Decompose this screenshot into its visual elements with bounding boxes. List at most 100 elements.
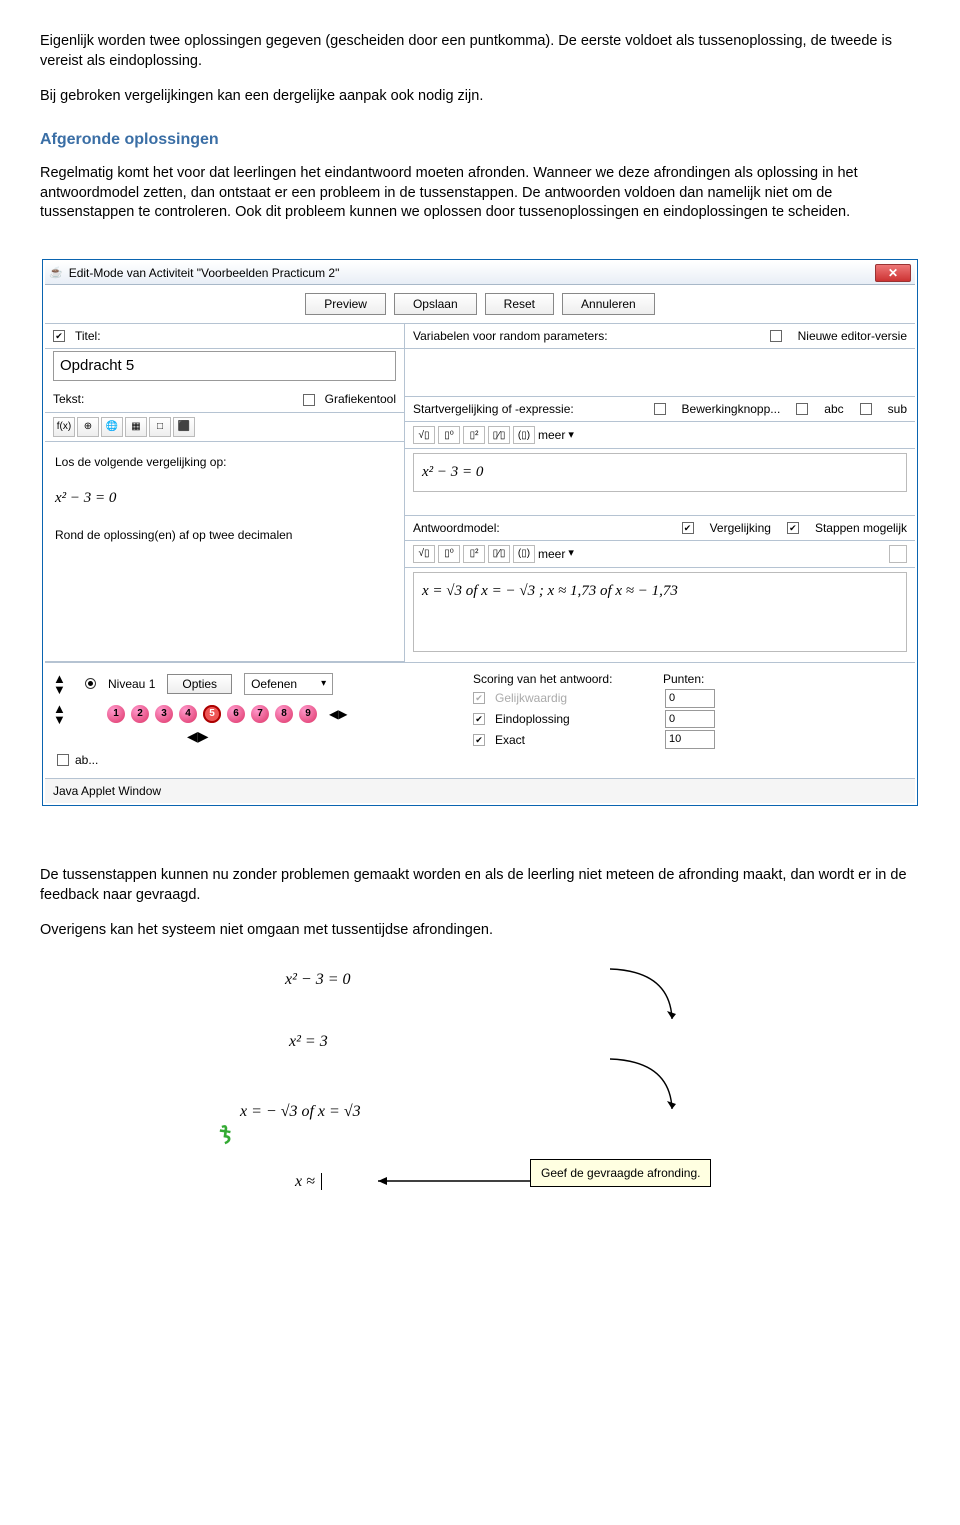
oefenen-select[interactable]: Oefenen [244, 673, 333, 695]
top-button-row: Preview Opslaan Reset Annuleren [45, 285, 915, 324]
sq-icon2[interactable]: ▯² [463, 545, 485, 563]
eind-points[interactable]: 0 [665, 710, 715, 729]
tool-box-icon[interactable]: □ [149, 417, 171, 437]
sub-checkbox[interactable] [860, 403, 872, 415]
sq-icon[interactable]: ▯² [463, 426, 485, 444]
ball-7[interactable]: 7 [251, 705, 269, 723]
antwoord-expression[interactable]: x = √3 of x = − √3 ; x ≈ 1,73 of x ≈ − 1… [413, 572, 907, 652]
ball-3[interactable]: 3 [155, 705, 173, 723]
tekst-content[interactable]: Los de volgende vergelijking op: x² − 3 … [45, 442, 404, 662]
java-icon: ☕ [49, 266, 63, 281]
tool-grid-icon[interactable]: ▦ [125, 417, 147, 437]
reset-button[interactable]: Reset [485, 293, 554, 315]
frac-icon[interactable]: ▯⁄▯ [488, 426, 510, 444]
doc-p2: Bij gebroken vergelijkingen kan een derg… [40, 87, 920, 107]
center-arrows-icon[interactable]: ◀▶ [187, 727, 453, 746]
step-eq-4: x ≈ [295, 1171, 326, 1193]
grafiek-label: Grafiekentool [325, 391, 396, 407]
niveau-label: Niveau 1 [108, 676, 155, 692]
doc-p1: Eigenlijk worden twee oplossingen gegeve… [40, 32, 920, 71]
grafiek-checkbox[interactable] [303, 394, 315, 406]
tool-fx-icon[interactable]: f(x) [53, 417, 75, 437]
ball-1[interactable]: 1 [107, 705, 125, 723]
tekst-equation: x² − 3 = 0 [55, 486, 394, 512]
sqrt-icon[interactable]: √▯ [413, 426, 435, 444]
bewerk-checkbox[interactable] [654, 403, 666, 415]
vergelijking-label: Vergelijking [710, 520, 771, 536]
titel-field[interactable]: Opdracht 5 [53, 351, 396, 381]
ab-label: ab... [75, 752, 98, 768]
editor-window: ☕ Edit-Mode van Activiteit "Voorbeelden … [42, 259, 918, 806]
vars-area[interactable] [405, 349, 915, 397]
opties-button[interactable]: Opties [167, 674, 232, 694]
titel-checkbox[interactable]: ✔ [53, 330, 65, 342]
startv-expression[interactable]: x² − 3 = 0 [413, 453, 907, 491]
antwoord-label: Antwoordmodel: [413, 520, 500, 536]
paren-icon2[interactable]: (▯) [513, 545, 535, 563]
ball-5[interactable]: 5 [203, 705, 221, 723]
titlebar: ☕ Edit-Mode van Activiteit "Voorbeelden … [45, 262, 915, 285]
titel-label: Titel: [75, 328, 101, 344]
tekst-line2: Rond de oplossing(en) af op twee decimal… [55, 525, 394, 545]
lr-arrows-icon[interactable]: ◀▶ [329, 706, 347, 722]
exact-label: Exact [495, 732, 655, 748]
stappen-checkbox[interactable]: ✔ [787, 522, 799, 534]
sqrt-icon2[interactable]: √▯ [413, 545, 435, 563]
frac-icon2[interactable]: ▯⁄▯ [488, 545, 510, 563]
eind-checkbox[interactable]: ✔ [473, 713, 485, 725]
ab-checkbox[interactable] [57, 754, 69, 766]
doc-p4: De tussenstappen kunnen nu zonder proble… [40, 866, 920, 905]
tekst-line1: Los de volgende vergelijking op: [55, 452, 394, 472]
preview-button[interactable]: Preview [305, 293, 386, 315]
checkmark-icon: ჯ [215, 1115, 235, 1146]
abc-checkbox[interactable] [796, 403, 808, 415]
close-button[interactable]: ✕ [875, 264, 911, 282]
ball-2[interactable]: 2 [131, 705, 149, 723]
exact-checkbox[interactable]: ✔ [473, 734, 485, 746]
level-updown[interactable]: ▲▼ [53, 673, 66, 695]
ball-9[interactable]: 9 [299, 705, 317, 723]
tool-link-icon[interactable]: ⊕ [77, 417, 99, 437]
paren-icon[interactable]: (▯) [513, 426, 535, 444]
exact-points[interactable]: 10 [665, 730, 715, 749]
ball-6[interactable]: 6 [227, 705, 245, 723]
annuleren-button[interactable]: Annuleren [562, 293, 655, 315]
solution-figure: x² − 3 = 0 x² = 3 x = − √3 of x = √3 x ≈… [170, 961, 790, 1261]
stappen-label: Stappen mogelijk [815, 520, 907, 536]
antwoord-toolbar: √▯ ▯⁰ ▯² ▯⁄▯ (▯) meer▾ [405, 541, 915, 568]
exp-icon2[interactable]: ▯⁰ [438, 545, 460, 563]
vars-label: Variabelen voor random parameters: [413, 328, 608, 344]
ball-8[interactable]: 8 [275, 705, 293, 723]
startv-eq: x² − 3 = 0 [422, 464, 483, 480]
meer-label1[interactable]: meer [538, 427, 565, 443]
question-updown[interactable]: ▲▼ [53, 703, 66, 725]
doc-p3: Regelmatig komt het voor dat leerlingen … [40, 164, 920, 223]
tool-globe-icon[interactable]: 🌐 [101, 417, 123, 437]
antwoord-eq: x = √3 of x = − √3 ; x ≈ 1,73 of x ≈ − 1… [422, 583, 678, 599]
step-eq-2: x² = 3 [289, 1031, 328, 1053]
startv-label: Startvergelijking of -expressie: [413, 401, 574, 417]
step-eq-3: x = − √3 of x = √3 [240, 1101, 361, 1123]
ball-4[interactable]: 4 [179, 705, 197, 723]
abc-label: abc [824, 401, 843, 417]
meer-label2[interactable]: meer [538, 546, 565, 562]
scoring-label: Scoring van het antwoord: [473, 671, 653, 687]
opslaan-button[interactable]: Opslaan [394, 293, 477, 315]
exp-icon[interactable]: ▯⁰ [438, 426, 460, 444]
nev-checkbox[interactable] [770, 330, 782, 342]
sub-label: sub [888, 401, 907, 417]
eind-label: Eindoplossing [495, 711, 655, 727]
gelijk-points[interactable]: 0 [665, 689, 715, 708]
gelijk-label: Gelijkwaardig [495, 690, 655, 706]
tekst-label: Tekst: [53, 391, 84, 407]
tekst-toolbar: f(x) ⊕ 🌐 ▦ □ ⬛ [45, 413, 404, 442]
arrow-2-icon [600, 1051, 690, 1121]
heading-afgeronde: Afgeronde oplossingen [40, 129, 920, 151]
niveau-radio[interactable] [85, 678, 96, 689]
status-bar: Java Applet Window [45, 778, 915, 803]
bewerk-label: Bewerkingknopp... [682, 401, 781, 417]
antwoord-option-box[interactable] [889, 545, 907, 563]
vergelijking-checkbox[interactable]: ✔ [682, 522, 694, 534]
tool-solid-icon[interactable]: ⬛ [173, 417, 195, 437]
punten-label: Punten: [663, 671, 704, 687]
